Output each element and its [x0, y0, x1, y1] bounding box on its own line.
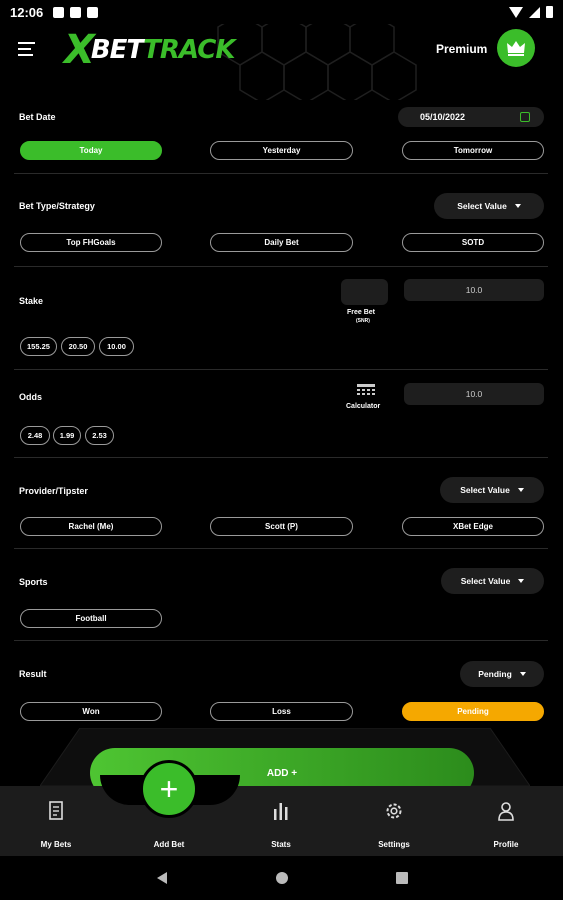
- stake-quick[interactable]: 155.25: [20, 337, 57, 356]
- logo-bet: BET: [90, 35, 144, 65]
- chevron-down-icon: [514, 204, 521, 208]
- system-nav-bar: [0, 856, 563, 900]
- receipt-icon: [49, 801, 63, 820]
- provider-label: Provider/Tipster: [19, 486, 88, 496]
- sports-label: Sports: [19, 577, 48, 587]
- calendar-icon[interactable]: [520, 112, 530, 122]
- status-time: 12:06: [10, 4, 44, 20]
- provider-option[interactable]: XBet Edge: [402, 517, 544, 536]
- bet-form: Bet Date 05/10/2022 Today Yesterday Tomo…: [14, 100, 548, 786]
- section-sports: Sports Select Value Football: [14, 549, 548, 641]
- menu-icon[interactable]: [18, 42, 35, 56]
- bet-type-option[interactable]: Daily Bet: [210, 233, 353, 252]
- plus-icon: +: [159, 770, 179, 807]
- wifi-icon: [509, 6, 523, 18]
- bar-chart-icon: [274, 803, 288, 820]
- nav-profile[interactable]: Profile: [461, 786, 551, 856]
- result-dropdown-value: Pending: [478, 669, 512, 679]
- odds-quick[interactable]: 2.48: [20, 426, 50, 445]
- section-provider: Provider/Tipster Select Value Rachel (Me…: [14, 458, 548, 549]
- odds-quick[interactable]: 1.99: [53, 426, 81, 445]
- app-header: X BET TRACK Premium: [0, 24, 563, 100]
- signal-icon: [529, 6, 540, 18]
- stake-label: Stake: [19, 296, 44, 306]
- nav-label: Add Bet: [153, 840, 185, 849]
- premium-label[interactable]: Premium: [436, 42, 487, 56]
- chevron-down-icon: [517, 488, 524, 492]
- status-right: [509, 6, 553, 18]
- nav-my-bets[interactable]: My Bets: [11, 786, 101, 856]
- chevron-down-icon: [519, 672, 526, 676]
- provider-option[interactable]: Scott (P): [210, 517, 353, 536]
- recent-apps-icon[interactable]: [396, 872, 408, 884]
- add-area: ADD +: [0, 728, 563, 798]
- nav-settings[interactable]: Settings: [349, 786, 439, 856]
- calculator-label: Calculator: [346, 403, 381, 410]
- section-bet-date: Bet Date 05/10/2022 Today Yesterday Tomo…: [14, 100, 548, 174]
- stake-quick[interactable]: 20.50: [61, 337, 95, 356]
- free-bet-toggle[interactable]: [341, 279, 388, 305]
- premium-button[interactable]: [497, 29, 535, 67]
- date-option-tomorrow[interactable]: Tomorrow: [402, 141, 544, 160]
- sports-option[interactable]: Football: [20, 609, 162, 628]
- crown-icon: [507, 41, 525, 56]
- notification-icon: [53, 6, 65, 18]
- date-field[interactable]: 05/10/2022: [398, 107, 544, 127]
- status-bar: 12:06: [0, 0, 563, 24]
- sports-dropdown[interactable]: Select Value: [441, 568, 544, 594]
- free-bet-label: Free Bet: [347, 309, 376, 316]
- bet-date-label: Bet Date: [19, 112, 56, 122]
- result-dropdown[interactable]: Pending: [460, 661, 544, 687]
- nav-stats[interactable]: Stats: [236, 786, 326, 856]
- nav-label: Profile: [493, 840, 519, 849]
- nav-label: My Bets: [40, 840, 72, 849]
- stake-input[interactable]: 10.0: [404, 279, 544, 301]
- user-icon: [498, 802, 514, 821]
- odds-label: Odds: [19, 392, 43, 402]
- chevron-down-icon: [518, 579, 525, 583]
- bet-type-option[interactable]: Top FHGoals: [20, 233, 162, 252]
- date-option-yesterday[interactable]: Yesterday: [210, 141, 353, 160]
- bottom-nav: My Bets Add Bet Stats Settings Profile: [0, 786, 563, 856]
- odds-quick[interactable]: 2.53: [85, 426, 114, 445]
- back-icon[interactable]: [157, 872, 167, 884]
- notification-icon: [70, 6, 82, 18]
- provider-dropdown[interactable]: Select Value: [440, 477, 544, 503]
- add-bet-fab[interactable]: +: [140, 760, 198, 818]
- bet-type-dropdown[interactable]: Select Value: [434, 193, 544, 219]
- stake-quick[interactable]: 10.00: [99, 337, 134, 356]
- notification-icon: [87, 6, 99, 18]
- result-option-won[interactable]: Won: [20, 702, 162, 721]
- nav-label: Stats: [271, 840, 291, 849]
- gear-icon: [386, 803, 402, 819]
- section-result: Result Pending Won Loss Pending: [14, 641, 548, 731]
- nav-label: Settings: [378, 840, 410, 849]
- logo-track: TRACK: [143, 35, 235, 65]
- section-bet-type: Bet Type/Strategy Select Value Top FHGoa…: [14, 174, 548, 267]
- free-bet-sub: (SNR): [356, 318, 370, 324]
- sports-dropdown-value: Select Value: [460, 576, 511, 586]
- provider-option[interactable]: Rachel (Me): [20, 517, 162, 536]
- date-option-today[interactable]: Today: [20, 141, 162, 160]
- provider-dropdown-value: Select Value: [460, 485, 510, 495]
- battery-icon: [546, 6, 553, 18]
- result-option-pending[interactable]: Pending: [402, 702, 544, 721]
- date-value: 05/10/2022: [420, 112, 466, 122]
- bet-type-option[interactable]: SOTD: [402, 233, 544, 252]
- bet-type-label: Bet Type/Strategy: [19, 201, 95, 211]
- app-logo: X BET TRACK: [64, 28, 235, 72]
- calculator-icon[interactable]: [357, 384, 375, 398]
- section-stake: Stake Free Bet (SNR) 10.0 155.25 20.50 1…: [14, 267, 548, 370]
- section-odds: Odds Calculator 10.0 2.48 1.99 2.53: [14, 370, 548, 458]
- home-icon[interactable]: [276, 872, 288, 884]
- odds-input[interactable]: 10.0: [404, 383, 544, 405]
- result-option-loss[interactable]: Loss: [210, 702, 353, 721]
- bet-type-dropdown-value: Select Value: [457, 201, 507, 211]
- result-label: Result: [19, 669, 47, 679]
